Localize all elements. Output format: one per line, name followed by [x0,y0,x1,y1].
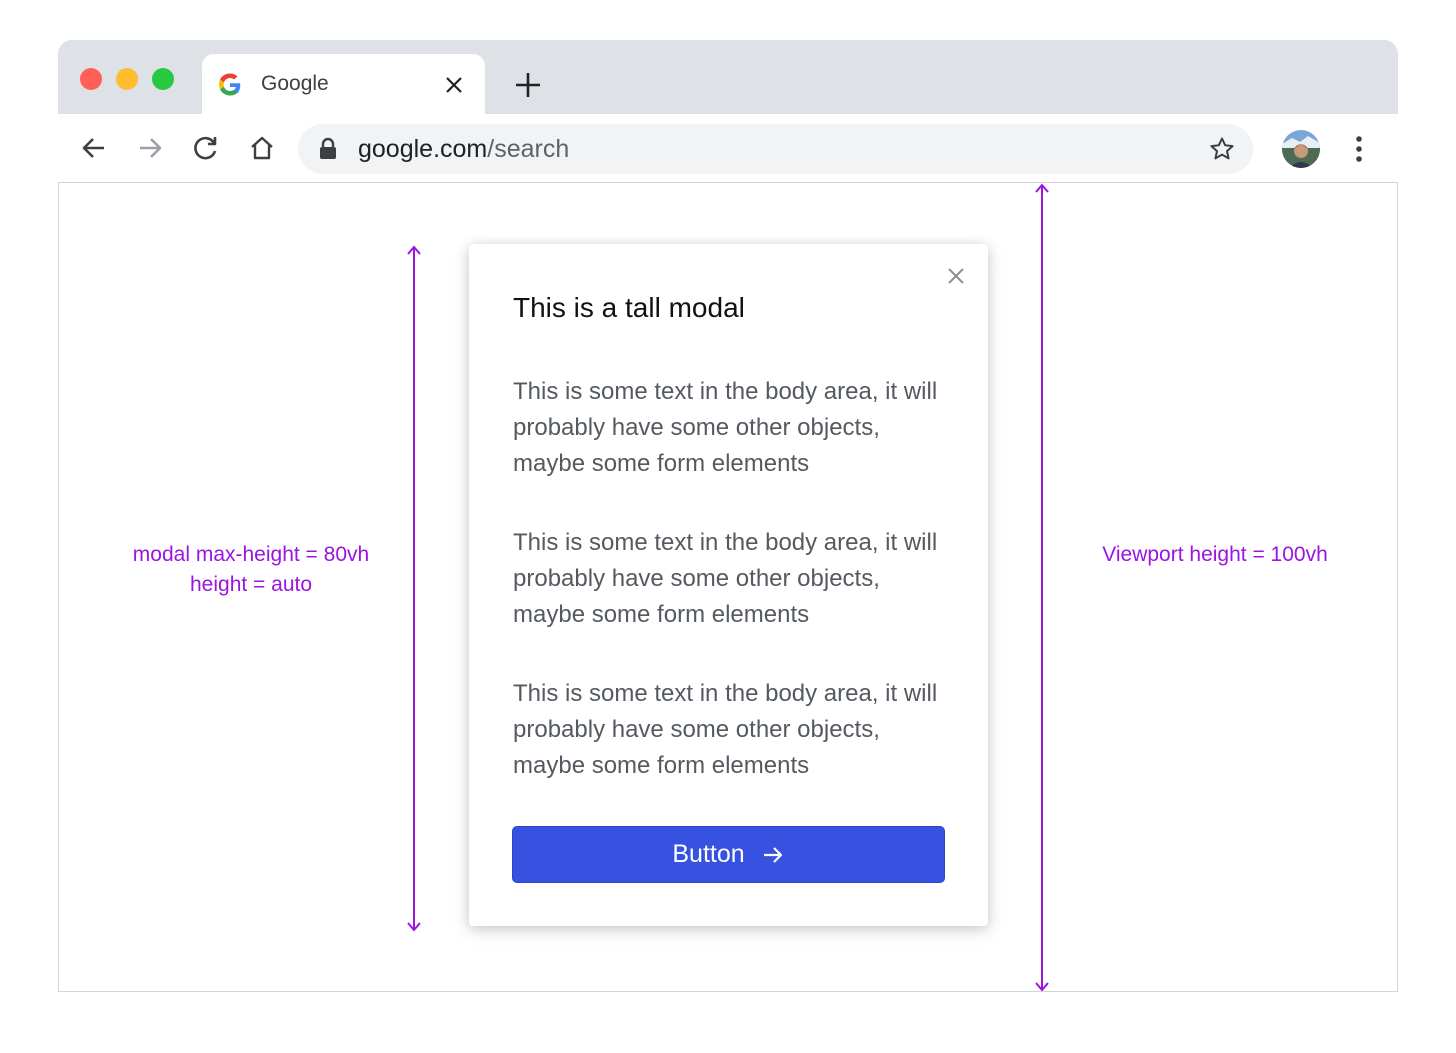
tab-google[interactable]: Google [202,54,485,116]
modal-body-paragraph: This is some text in the body area, it w… [513,529,938,628]
minimize-window-button[interactable] [116,68,138,90]
modal-height-annotation: modal max-height = 80vh height = auto [101,540,401,600]
toolbar: google.com/search [58,114,1398,182]
avatar-image [1282,130,1320,168]
home-icon[interactable] [248,134,276,162]
close-icon[interactable] [443,74,465,96]
modal-title: This is a tall modal [513,292,745,323]
viewport-height-arrow [1035,183,1049,992]
more-vert-icon[interactable] [1346,134,1372,164]
lock-icon[interactable] [318,137,338,161]
bookmark-star-icon[interactable] [1209,136,1235,162]
address-bar[interactable]: google.com/search [298,124,1253,174]
viewport-height-annotation: Viewport height = 100vh [1102,543,1328,566]
tab-title: Google [261,72,329,95]
annotation-line-2: height = auto [189,573,313,596]
reload-icon[interactable] [192,134,220,162]
new-tab-plus-icon[interactable] [513,70,543,100]
google-g-icon [219,73,241,96]
url-domain: google.com [358,135,488,163]
close-window-button[interactable] [80,68,102,90]
modal-body-paragraph: This is some text in the body area, it w… [513,680,938,779]
forward-arrow-icon[interactable] [136,134,164,162]
tab-strip: Google [58,40,1398,116]
modal-body-paragraph: This is some text in the body area, it w… [513,378,938,477]
modal-height-arrow [407,245,421,932]
maximize-window-button[interactable] [152,68,174,90]
back-arrow-icon[interactable] [80,134,108,162]
arrow-right-icon [763,846,782,863]
profile-avatar[interactable] [1282,130,1320,168]
url-path: /search [487,135,570,163]
primary-button-label: Button [672,840,745,868]
primary-button[interactable]: Button [512,826,945,883]
url-text: google.com/search [358,135,569,164]
modal-dialog: This is a tall modal This is some text i… [469,244,988,926]
annotation-line-1: modal max-height = 80vh [132,543,370,566]
close-icon[interactable] [946,266,966,286]
